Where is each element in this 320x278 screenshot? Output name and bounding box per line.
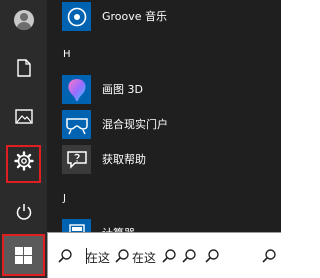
- mixed-reality-icon: [65, 117, 88, 134]
- get-help-tile: [62, 145, 91, 174]
- app-label: 画图 3D: [102, 83, 143, 96]
- account-button[interactable]: [0, 0, 47, 40]
- app-label: 获取帮助: [102, 153, 146, 166]
- apps-list: Groove 音乐 H 画图 3D 混合现实门户 获取帮助 J: [47, 0, 281, 248]
- search-icon: [262, 249, 276, 263]
- search-icon: [58, 249, 72, 263]
- get-help-icon: [66, 150, 87, 169]
- search-text-fragment: 在这: [132, 251, 157, 265]
- paint-3d-tile: [62, 75, 91, 104]
- picture-icon: [14, 108, 33, 124]
- search-text-fragment: 在这: [86, 251, 111, 265]
- document-icon: [16, 59, 31, 77]
- user-avatar-icon: [13, 10, 34, 30]
- search-icon: [205, 249, 219, 263]
- groove-music-tile: [62, 2, 91, 31]
- documents-button[interactable]: [0, 48, 47, 88]
- paint-3d-icon: [67, 78, 86, 101]
- text-cursor: [86, 248, 87, 264]
- power-icon: [16, 204, 31, 220]
- group-letter-j[interactable]: J: [63, 193, 66, 204]
- app-item-mixed-reality[interactable]: 混合现实门户: [47, 107, 281, 141]
- start-button-highlight: [2, 234, 45, 276]
- app-item-get-help[interactable]: 获取帮助: [47, 142, 281, 176]
- power-button[interactable]: [0, 192, 47, 232]
- search-box[interactable]: 在这 在这: [47, 232, 281, 278]
- search-icon: [162, 249, 176, 263]
- search-icon: [182, 249, 196, 263]
- settings-highlight: [6, 145, 41, 183]
- app-item-groove-music[interactable]: Groove 音乐: [47, 0, 281, 34]
- app-item-paint-3d[interactable]: 画图 3D: [47, 72, 281, 106]
- mixed-reality-tile: [62, 110, 91, 139]
- app-label: Groove 音乐: [102, 10, 168, 23]
- app-label: 混合现实门户: [102, 118, 168, 131]
- search-icon: [115, 249, 129, 263]
- group-letter-h[interactable]: H: [63, 49, 71, 60]
- groove-music-icon: [67, 7, 86, 26]
- pictures-button[interactable]: [0, 96, 47, 136]
